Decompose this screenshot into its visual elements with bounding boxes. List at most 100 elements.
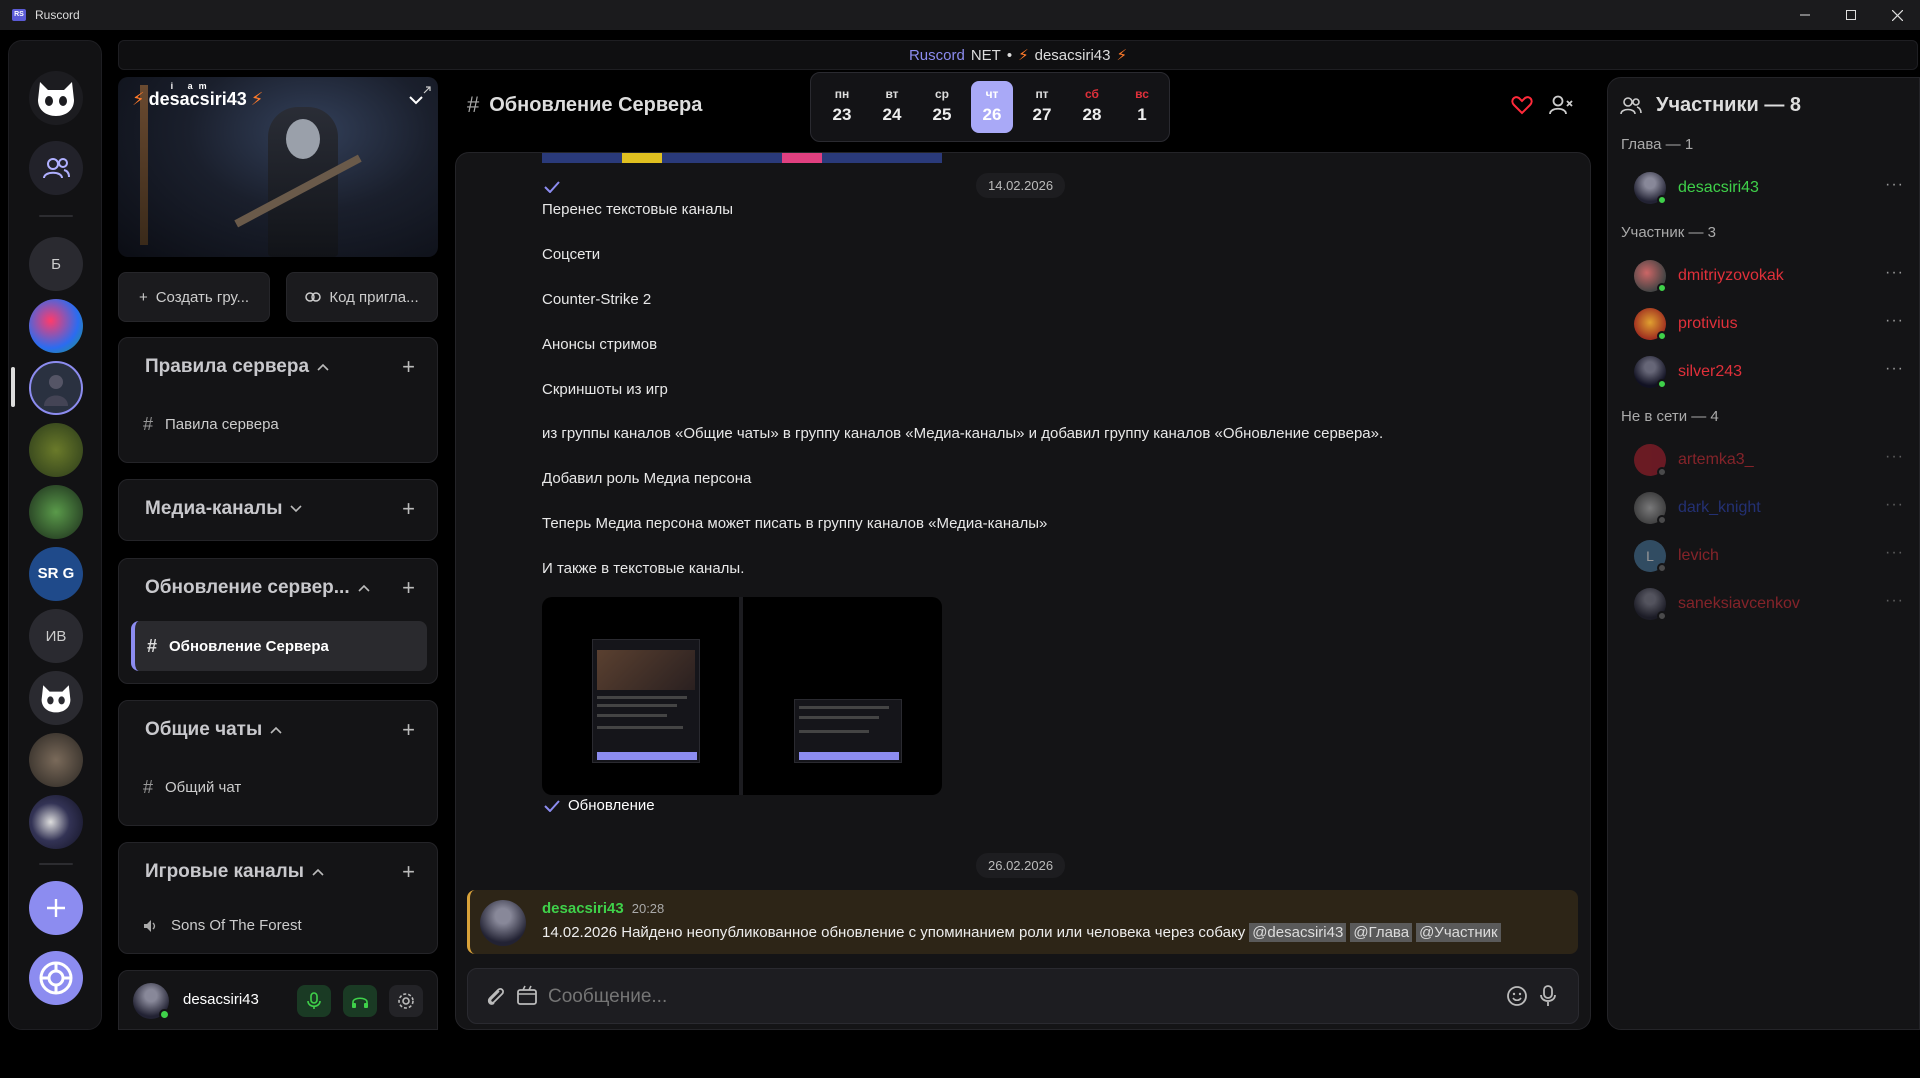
lightning-icon: ⚡ [1116, 47, 1128, 64]
week-calendar: пн 23 вт 24 ср 25 чт 26 пт 27 сб 28 вс 1 [810, 72, 1170, 142]
server-avatar-green[interactable] [29, 485, 83, 539]
image-attachment[interactable] [542, 597, 942, 795]
chevron-up-icon [317, 363, 329, 371]
microphone-icon[interactable] [1540, 985, 1556, 1007]
calendar-day[interactable]: вс 1 [1121, 81, 1163, 133]
calendar-day[interactable]: пт 27 [1021, 81, 1063, 133]
more-icon[interactable]: ··· [1885, 448, 1904, 466]
server-avatar-cat[interactable] [29, 733, 83, 787]
more-icon[interactable]: ··· [1885, 592, 1904, 610]
server-avatar-colorful[interactable] [29, 299, 83, 353]
add-channel-button[interactable]: + [402, 496, 415, 522]
member-name: dmitriyzovokak [1678, 267, 1784, 284]
offline-status-icon [1657, 563, 1667, 573]
channel-rules[interactable]: # Павила сервера [143, 414, 279, 435]
server-avatar-space[interactable] [29, 795, 83, 849]
more-icon[interactable]: ··· [1885, 544, 1904, 562]
calendar-day-today[interactable]: чт 26 [971, 81, 1013, 133]
channel-voice-label: Sons Of The Forest [171, 917, 302, 934]
more-icon[interactable]: ··· [1885, 176, 1904, 194]
chat-header: # Обновление Сервера [467, 92, 702, 118]
member-avatar [1634, 308, 1667, 341]
add-server-button[interactable] [29, 881, 83, 935]
expand-icon[interactable] [422, 85, 432, 95]
chevron-up-icon [270, 726, 282, 734]
mention-user[interactable]: @desacsiri43 [1249, 923, 1347, 942]
message-line: Теперь Медиа персона может писать в груп… [542, 515, 1048, 532]
paperclip-icon[interactable] [484, 985, 506, 1007]
online-status-icon [1657, 331, 1667, 341]
remove-user-icon[interactable] [1549, 95, 1573, 115]
server-avatar-callofduty[interactable] [29, 423, 83, 477]
settings-gear-icon[interactable] [389, 985, 423, 1017]
more-icon[interactable]: ··· [1885, 360, 1904, 378]
headphones-button[interactable] [343, 985, 377, 1017]
server-banner[interactable]: ⚡ i am desacsiri43 ⚡ [118, 77, 438, 257]
invite-code-button[interactable]: Код пригла... [286, 272, 438, 322]
add-channel-button[interactable]: + [402, 717, 415, 743]
category-title[interactable]: Правила сервера [145, 356, 329, 378]
day-name: пт [1035, 87, 1049, 101]
calendar-day[interactable]: сб 28 [1071, 81, 1113, 133]
create-group-button[interactable]: + Создать гру... [118, 272, 270, 322]
category-title[interactable]: Общие чаты [145, 719, 282, 741]
date-divider: 26.02.2026 [976, 853, 1066, 878]
calendar-day[interactable]: ср 25 [921, 81, 963, 133]
server-srg[interactable]: SR G [29, 547, 83, 601]
highlighted-message[interactable]: desacsiri43 20:28 14.02.2026 Найдено нео… [467, 890, 1578, 954]
member-item[interactable]: dmitriyzovokak ··· [1634, 258, 1904, 294]
day-date: 26 [982, 105, 1002, 124]
member-item[interactable]: saneksiavcenkov ··· [1634, 586, 1904, 622]
more-icon[interactable]: ··· [1885, 264, 1904, 282]
server-avatar-ruscord[interactable] [29, 671, 83, 725]
lightning-icon: ⚡ [132, 89, 145, 109]
category-title[interactable]: Игровые каналы [145, 861, 324, 883]
add-channel-button[interactable]: + [402, 354, 415, 380]
add-channel-button[interactable]: + [402, 859, 415, 885]
server-b[interactable]: Б [29, 237, 83, 291]
heart-icon[interactable] [1511, 95, 1533, 115]
channel-general[interactable]: # Общий чат [143, 777, 241, 798]
member-item[interactable]: desacsiri43 ··· [1634, 170, 1904, 206]
explore-servers-icon[interactable] [29, 951, 83, 1005]
calendar-day[interactable]: пн 23 [821, 81, 863, 133]
category-title[interactable]: Медиа-каналы [145, 498, 303, 520]
message-input[interactable] [548, 979, 1448, 1015]
member-avatar [1634, 260, 1667, 293]
more-icon[interactable]: ··· [1885, 312, 1904, 330]
home-logo-icon[interactable] [29, 71, 83, 125]
mention-role-head[interactable]: @Глава [1350, 923, 1413, 942]
mention-role-member[interactable]: @Участник [1416, 923, 1501, 942]
member-item[interactable]: protivius ··· [1634, 306, 1904, 342]
minimize-button[interactable] [1782, 0, 1828, 30]
user-avatar[interactable] [133, 983, 170, 1020]
member-item[interactable]: artemka3_ ··· [1634, 442, 1904, 478]
channel-voice[interactable]: Sons Of The Forest [143, 917, 302, 934]
server-avatar-active[interactable] [29, 361, 83, 415]
calendar-day[interactable]: вт 24 [871, 81, 913, 133]
member-name: artemka3_ [1678, 451, 1754, 468]
message-line: Анонсы стримов [542, 336, 658, 353]
date-divider: 14.02.2026 [976, 173, 1066, 198]
emoji-icon[interactable] [1506, 985, 1528, 1007]
message-line: Перенес текстовые каналы [542, 201, 734, 218]
mic-button[interactable] [297, 985, 331, 1017]
chat-area[interactable]: 14.02.2026 Перенес текстовые каналы Соцс… [455, 152, 1591, 1030]
author-avatar[interactable] [480, 900, 526, 946]
server-ib[interactable]: ИВ [29, 609, 83, 663]
member-item[interactable]: silver243 ··· [1634, 354, 1904, 390]
online-status-icon [1657, 195, 1667, 205]
category-title[interactable]: Обновление сервер... [145, 577, 370, 599]
channel-updates-active[interactable]: # Обновление Сервера [131, 621, 427, 671]
member-name: protivius [1678, 315, 1738, 332]
close-button[interactable] [1874, 0, 1920, 30]
chevron-down-icon[interactable] [408, 95, 424, 105]
member-item[interactable]: dark_knight ··· [1634, 490, 1904, 526]
message-author[interactable]: desacsiri43 [542, 900, 624, 917]
maximize-button[interactable] [1828, 0, 1874, 30]
member-item[interactable]: L levich ··· [1634, 538, 1904, 574]
gif-icon[interactable] [516, 985, 538, 1007]
friends-icon[interactable] [29, 141, 83, 195]
add-channel-button[interactable]: + [402, 575, 415, 601]
more-icon[interactable]: ··· [1885, 496, 1904, 514]
